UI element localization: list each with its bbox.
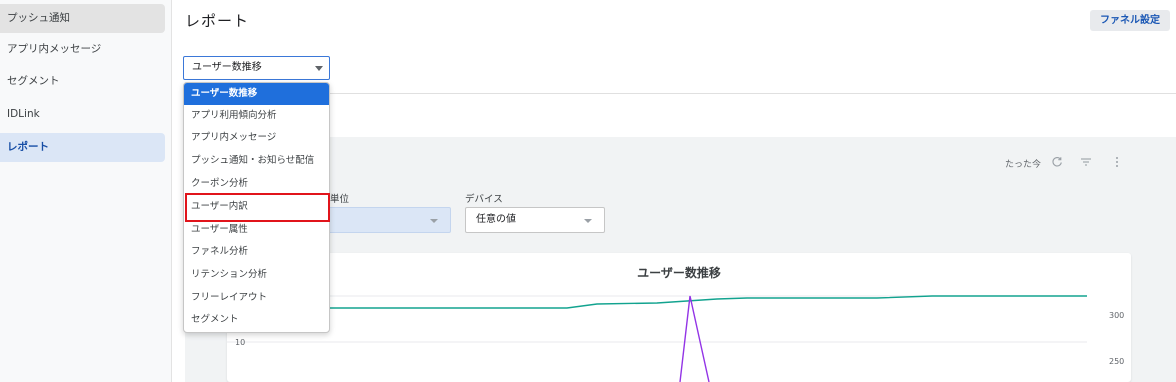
sidebar-item-report[interactable]: レポート: [0, 133, 165, 162]
chevron-down-icon: [430, 219, 438, 223]
menu-item-user-count-trend[interactable]: ユーザー数推移: [184, 83, 329, 105]
right-axis-tick: 300: [1109, 311, 1124, 320]
device-filter-select[interactable]: 任意の値: [465, 207, 605, 233]
unit-filter-label: 単位: [330, 194, 350, 205]
page-title: レポート: [185, 12, 250, 30]
sidebar-item-idlink[interactable]: IDLink: [0, 100, 165, 129]
menu-item-user-attributes[interactable]: ユーザー属性: [184, 219, 329, 241]
more-vert-icon[interactable]: [1114, 156, 1120, 171]
right-axis-tick: 250: [1109, 357, 1124, 366]
menu-item-free-layout[interactable]: フリーレイアウト: [184, 287, 329, 309]
sidebar-item-push[interactable]: プッシュ通知: [0, 4, 165, 33]
last-updated-text: たった今: [1005, 160, 1042, 170]
series-line-teal: [227, 295, 1087, 309]
line-chart: 10 300 250: [227, 295, 1124, 382]
filter-icon[interactable]: [1080, 156, 1092, 171]
funnel-settings-button[interactable]: ファネル設定: [1090, 10, 1170, 31]
menu-item-push-notice[interactable]: プッシュ通知・お知らせ配信: [184, 150, 329, 172]
refresh-icon[interactable]: [1051, 156, 1063, 171]
chevron-down-icon: [584, 219, 592, 223]
report-type-menu: ユーザー数推移 アプリ利用傾向分析 アプリ内メッセージ プッシュ通知・お知らせ配…: [183, 82, 330, 333]
device-filter-label: デバイス: [465, 194, 503, 205]
menu-item-user-breakdown[interactable]: ユーザー内訳: [184, 196, 329, 218]
sidebar-item-segment[interactable]: セグメント: [0, 67, 165, 96]
left-axis-tick: 10: [235, 338, 245, 347]
chevron-down-icon: [315, 66, 323, 71]
chart-card: ユーザー数推移 10 300 250: [227, 253, 1131, 382]
sidebar: プッシュ通知 アプリ内メッセージ セグメント IDLink レポート: [0, 0, 172, 382]
device-filter-value: 任意の値: [476, 214, 516, 225]
menu-item-retention-analysis[interactable]: リテンション分析: [184, 264, 329, 286]
menu-item-coupon-analysis[interactable]: クーポン分析: [184, 173, 329, 195]
divider: [185, 93, 1176, 94]
menu-item-funnel-analysis[interactable]: ファネル分析: [184, 241, 329, 263]
report-type-select-value: ユーザー数推移: [192, 62, 262, 73]
menu-item-segment[interactable]: セグメント: [184, 309, 329, 331]
sidebar-item-in-app-message[interactable]: アプリ内メッセージ: [0, 35, 165, 64]
menu-item-in-app-message[interactable]: アプリ内メッセージ: [184, 127, 329, 149]
series-line-purple: [679, 295, 710, 382]
menu-item-app-usage-analysis[interactable]: アプリ利用傾向分析: [184, 105, 329, 127]
report-type-select[interactable]: ユーザー数推移: [183, 56, 330, 80]
